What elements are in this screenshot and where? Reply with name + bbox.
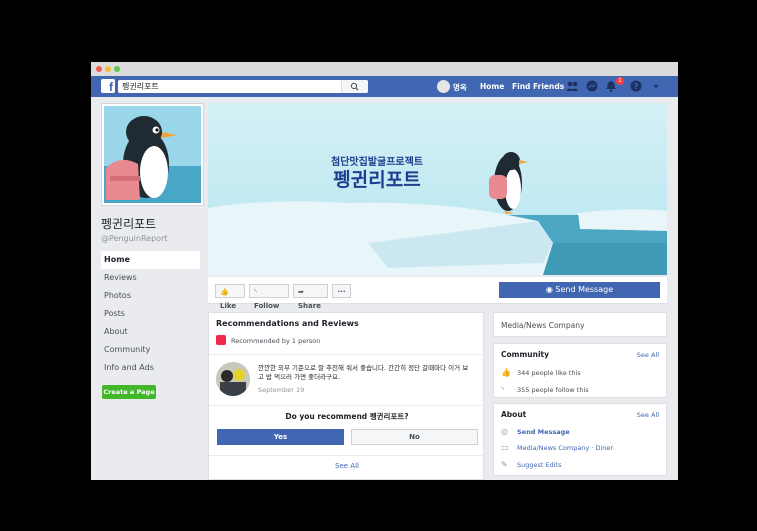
about-see-all-link[interactable]: See All [637, 411, 659, 419]
likes-count: 344 people like this [517, 369, 581, 377]
divider [209, 405, 485, 406]
thumbs-up-icon: 👍 [501, 368, 511, 377]
recommend-yes-button[interactable]: Yes [217, 429, 344, 445]
follows-count: 355 people follow this [517, 386, 589, 394]
review-text: 깐깐한 외부 기준으로 잘 추천해 줘서 좋습니다. 간간히 정단 갈때마다 이… [258, 364, 469, 381]
follow-button[interactable]: ◝ Follow [249, 284, 289, 310]
recommendation-icon [216, 335, 226, 345]
about-panel: About See All ◎ Send Message ▭ Media/New… [493, 403, 667, 476]
messenger-icon: ◎ [501, 427, 508, 436]
about-category[interactable]: Media/News Company · Diner [517, 444, 613, 452]
page-category[interactable]: Media/News Company [501, 321, 584, 330]
divider [209, 354, 485, 355]
page-left-nav: Home Reviews Photos Posts About Communit… [101, 251, 204, 377]
create-page-button[interactable]: Create a Page [102, 385, 156, 399]
share-arrow-icon: ➦ [298, 288, 304, 296]
browser-window: f 펭귄리포트 명옥 Home Find Friends 1 ? 펭귄리포트 @… [91, 62, 678, 480]
recommend-no-button[interactable]: No [351, 429, 478, 445]
more-options-button[interactable]: ··· [332, 284, 351, 298]
cover-title: 펭귄리포트 [333, 169, 421, 191]
facebook-logo-icon[interactable]: f [101, 79, 115, 94]
about-send-message-link[interactable]: Send Message [517, 428, 570, 436]
pencil-icon: ✎ [501, 460, 508, 469]
about-title: About [501, 410, 527, 419]
notification-badge: 1 [616, 77, 624, 85]
penguin-profile-image [104, 106, 201, 203]
left-nav-info-and-ads[interactable]: Info and Ads [101, 359, 204, 377]
category-panel: Media/News Company [493, 312, 667, 337]
send-message-button[interactable]: ◉ Send Message [499, 282, 660, 298]
search-box[interactable]: 펭귄리포트 [118, 80, 368, 93]
rss-follow-icon: ◝ [501, 385, 505, 394]
rss-follow-icon: ◝ [254, 288, 257, 296]
left-nav-photos[interactable]: Photos [101, 287, 204, 305]
thumbs-up-icon: 👍 [220, 288, 229, 296]
left-column: 펭귄리포트 @PenguinReport Home Reviews Photos… [101, 103, 204, 399]
messenger-icon: ◉ [545, 285, 553, 294]
cover-photo[interactable]: 첨단맛집발굴프로젝트 펭귄리포트 [208, 103, 667, 275]
profile-picture[interactable] [101, 103, 204, 206]
user-avatar[interactable] [437, 80, 450, 93]
search-button[interactable] [341, 80, 368, 93]
community-see-all-link[interactable]: See All [637, 351, 659, 359]
like-button[interactable]: 👍 Like [215, 284, 245, 310]
divider [209, 455, 485, 456]
review-date[interactable]: September 19 [258, 386, 304, 394]
search-icon [350, 82, 359, 91]
messenger-icon[interactable] [585, 79, 599, 93]
left-nav-home[interactable]: Home [101, 251, 200, 269]
left-nav-posts[interactable]: Posts [101, 305, 204, 323]
friend-requests-icon[interactable] [565, 79, 579, 93]
left-nav-community[interactable]: Community [101, 341, 204, 359]
recommend-question: Do you recommend 펭귄리포트? [285, 412, 409, 421]
account-menu-caret-icon[interactable] [649, 79, 663, 93]
nav-home[interactable]: Home [480, 82, 504, 91]
svg-text:?: ? [634, 82, 639, 91]
minimize-window-button[interactable] [105, 66, 111, 72]
left-nav-about[interactable]: About [101, 323, 204, 341]
page-name: 펭귄리포트 [101, 217, 157, 231]
help-icon[interactable]: ? [629, 79, 643, 93]
recommendations-panel: Recommendations and Reviews Recommended … [208, 312, 485, 480]
reviews-see-all-link[interactable]: See All [209, 462, 485, 470]
maximize-window-button[interactable] [114, 66, 120, 72]
reviewer-photo [216, 362, 250, 396]
facebook-top-bar: f 펭귄리포트 명옥 Home Find Friends 1 ? [91, 76, 678, 97]
recommended-by-count[interactable]: Recommended by 1 person [231, 337, 320, 345]
page-action-bar: 👍 Like ◝ Follow ➦ Share ··· ◉ Send Messa… [208, 277, 667, 310]
reviews-title: Recommendations and Reviews [216, 319, 359, 328]
suggest-edits-link[interactable]: Suggest Edits [517, 461, 561, 469]
search-input[interactable]: 펭귄리포트 [122, 81, 159, 92]
community-title: Community [501, 350, 550, 359]
reviewer-avatar[interactable] [216, 362, 250, 396]
window-titlebar [91, 62, 678, 76]
nav-user-name[interactable]: 명옥 [453, 82, 467, 93]
page-handle[interactable]: @PenguinReport [101, 234, 204, 243]
share-button[interactable]: ➦ Share [293, 284, 328, 310]
nav-find-friends[interactable]: Find Friends [512, 82, 564, 91]
category-icon: ▭ [501, 443, 509, 452]
left-nav-reviews[interactable]: Reviews [101, 269, 204, 287]
community-panel: Community See All 👍 344 people like this… [493, 343, 667, 398]
close-window-button[interactable] [96, 66, 102, 72]
